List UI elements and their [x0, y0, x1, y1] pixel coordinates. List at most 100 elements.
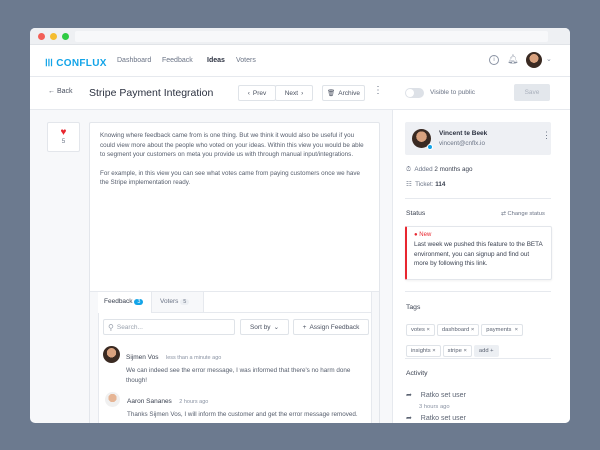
activity-item: ➦ Ratko set user [406, 407, 466, 423]
comment-text: We can indeed see the error message, I w… [126, 367, 351, 384]
idea-toolbar: ← Back Stripe Payment Integration ‹ Prev … [30, 77, 570, 110]
page-title: Stripe Payment Integration [89, 87, 214, 99]
assign-label: Assign Feedback [309, 323, 360, 331]
remove-tag-icon[interactable]: × [432, 348, 435, 354]
close-window-button[interactable] [38, 33, 45, 40]
comment-author[interactable]: Sijmen Vos [126, 354, 159, 361]
status-text: Last week we pushed this feature to the … [414, 241, 543, 267]
plus-icon: + [302, 323, 307, 331]
nav-dashboard[interactable]: Dashboard [117, 57, 151, 64]
top-nav: Ⲽ CONFLUX Dashboard Feedback Ideas Voter… [30, 45, 570, 77]
idea-card: Knowing where feedback came from is one … [89, 122, 380, 423]
share-arrow-icon: ➦ [406, 392, 412, 399]
activity-heading: Activity [406, 370, 428, 377]
back-label: Back [56, 88, 73, 95]
comment-author[interactable]: Aaron Sananes [127, 398, 172, 405]
maximize-window-button[interactable] [62, 33, 69, 40]
nav-ideas[interactable]: Ideas [207, 57, 225, 64]
chevron-down-icon[interactable]: ⌄ [546, 55, 552, 63]
tab-label: Voters [160, 298, 179, 305]
vote-count: 5 [61, 138, 66, 145]
tag-list: votes × dashboard × payments × insights × s… [406, 318, 556, 360]
tag[interactable]: payments × [481, 324, 524, 336]
browser-titlebar [30, 28, 570, 45]
status-label-text: New [419, 232, 432, 238]
ticket-icon: ☷ [406, 181, 412, 188]
add-tag-label: add [478, 348, 489, 354]
tag-label: votes [411, 327, 425, 333]
status-card: ● New Last week we pushed this feature t… [405, 226, 552, 280]
alarm-clock-icon: ⏰︎ [406, 166, 411, 173]
comment-item: Sijmen Vos less than a minute ago We can… [103, 346, 368, 385]
archive-label: Archive [338, 89, 360, 97]
added-date: ⏰︎ Added 2 months ago [406, 166, 473, 174]
feedback-section: Feedback 3 Voters 5 ⚲ Search... Sort by ⌄ … [90, 291, 379, 423]
next-button[interactable]: Next › [275, 85, 313, 101]
voters-count-badge: 5 [180, 299, 190, 305]
assign-feedback-button[interactable]: + Assign Feedback [293, 319, 369, 335]
more-options-icon[interactable]: ⋮ [373, 85, 383, 96]
prev-button[interactable]: ‹ Prev [238, 85, 276, 101]
change-status-label: Change status [507, 211, 545, 217]
tag-label: insights [411, 348, 431, 354]
comment-text: Thanks Sijmen Vos, I will inform the cus… [127, 411, 358, 418]
more-options-icon[interactable]: ⋮ [542, 130, 551, 141]
tag[interactable]: insights × [406, 345, 441, 357]
tag[interactable]: stripe × [442, 345, 472, 357]
online-status-dot [427, 144, 433, 150]
search-icon: ⚲ [108, 322, 114, 332]
vote-button[interactable]: ♥ 5 [47, 122, 80, 152]
nav-feedback[interactable]: Feedback [162, 57, 193, 64]
feedback-count-badge: 3 [134, 299, 144, 305]
tab-label: Feedback [104, 298, 133, 305]
ticket-number: ☷ Ticket: 114 [406, 181, 445, 188]
added-value: 2 months ago [434, 166, 473, 173]
visibility-toggle[interactable] [405, 88, 424, 98]
remove-tag-icon[interactable]: × [515, 327, 518, 333]
comment-time: less than a minute ago [165, 355, 222, 361]
search-input[interactable]: ⚲ Search... [103, 319, 235, 335]
remove-tag-icon[interactable]: × [471, 327, 474, 333]
owner-name: Vincent te Beek [439, 130, 488, 137]
heart-icon: ♥ [60, 127, 67, 138]
chevron-right-icon: › [301, 89, 304, 97]
minimize-window-button[interactable] [50, 33, 57, 40]
idea-sidebar: Vincent te Beek vincent@cnflx.io ⋮ ⏰︎ Ad… [392, 110, 570, 423]
tab-feedback[interactable]: Feedback 3 [98, 292, 151, 313]
brand-name: CONFLUX [56, 58, 107, 69]
address-bar[interactable] [75, 31, 548, 42]
remove-tag-icon[interactable]: × [426, 327, 429, 333]
arrow-left-icon: ← [48, 88, 55, 95]
added-label: Added [414, 166, 433, 173]
info-icon[interactable]: i [489, 55, 499, 65]
owner-email: vincent@cnflx.io [439, 140, 485, 147]
avatar [103, 346, 120, 363]
archive-button[interactable]: 🗑︎ Archive [322, 85, 365, 101]
status-heading: Status [406, 210, 426, 217]
user-avatar[interactable] [526, 52, 542, 68]
back-button[interactable]: ← Back [48, 88, 73, 95]
brand-logo[interactable]: Ⲽ CONFLUX [45, 55, 107, 69]
tab-voters[interactable]: Voters 5 [151, 292, 204, 313]
add-tag-button[interactable]: add + [473, 345, 499, 357]
prev-label: Prev [252, 89, 267, 97]
change-status-button[interactable]: ⇄ Change status [501, 211, 545, 217]
bell-icon[interactable]: 🔔︎ [507, 54, 518, 65]
visibility-label: Visible to public [430, 89, 476, 96]
sort-by-dropdown[interactable]: Sort by ⌄ [240, 319, 289, 335]
save-button[interactable]: Save [514, 84, 550, 101]
remove-tag-icon[interactable]: × [463, 348, 466, 354]
chevron-down-icon: ⌄ [273, 324, 280, 331]
tag[interactable]: dashboard × [436, 324, 480, 336]
activity-text: Ratko set user [420, 415, 466, 422]
nav-voters[interactable]: Voters [236, 57, 256, 64]
tags-heading: Tags [406, 304, 421, 311]
comment-time: 2 hours ago [179, 399, 209, 405]
chevron-left-icon: ‹ [247, 89, 250, 97]
owner-card: Vincent te Beek vincent@cnflx.io ⋮ [405, 122, 551, 155]
sort-label: Sort by [249, 323, 271, 331]
ticket-value: 114 [435, 181, 446, 188]
tag[interactable]: votes × [406, 324, 435, 336]
avatar [105, 392, 120, 407]
plus-icon: + [490, 348, 494, 354]
